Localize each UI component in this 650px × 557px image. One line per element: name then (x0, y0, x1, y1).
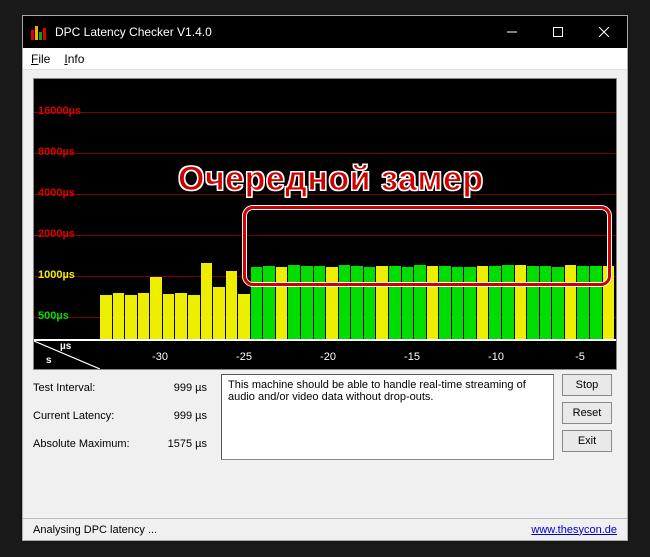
button-column: Stop Reset Exit (562, 374, 617, 460)
y-axis-label: 4000µs (38, 187, 75, 199)
gridline (34, 112, 616, 113)
absolute-max-label: Absolute Maximum: (33, 438, 130, 450)
annotation-highlight (243, 206, 611, 286)
gridline (34, 153, 616, 154)
latency-bar (125, 295, 137, 339)
y-unit-label: µs (60, 341, 71, 352)
latency-bar (226, 271, 238, 339)
maximize-button[interactable] (535, 16, 581, 48)
x-axis-tick: -5 (575, 351, 585, 363)
y-axis-label: 500µs (38, 310, 69, 322)
app-window: DPC Latency Checker V1.4.0 File Info 160… (22, 15, 628, 541)
status-link[interactable]: www.thesycon.de (531, 524, 617, 536)
axis-corner: µs s (34, 341, 100, 369)
x-axis-tick: -30 (152, 351, 168, 363)
latency-bar (138, 293, 150, 339)
stats-block: Test Interval: 999 µs Current Latency: 9… (33, 374, 213, 460)
x-axis-tick: -15 (404, 351, 420, 363)
app-icon (31, 24, 47, 40)
close-button[interactable] (581, 16, 627, 48)
annotation-label: Очередной замер (178, 160, 484, 199)
status-text: Analysing DPC latency ... (33, 524, 157, 536)
latency-bar (188, 295, 200, 339)
y-axis-label: 8000µs (38, 146, 75, 158)
current-latency-label: Current Latency: (33, 410, 114, 422)
x-axis: µs s -30 -25 -20 -15 -10 -5 (34, 341, 616, 369)
statusbar: Analysing DPC latency ... www.thesycon.d… (23, 518, 627, 540)
x-axis-tick: -25 (236, 351, 252, 363)
latency-bar (113, 293, 125, 339)
absolute-max-value: 1575 µs (168, 438, 207, 450)
stop-button[interactable]: Stop (562, 374, 612, 396)
latency-bar (175, 293, 187, 339)
window-title: DPC Latency Checker V1.4.0 (55, 25, 489, 39)
minimize-button[interactable] (489, 16, 535, 48)
latency-bar (163, 294, 175, 339)
x-axis-tick: -20 (320, 351, 336, 363)
window-controls (489, 16, 627, 48)
menu-info[interactable]: Info (64, 52, 84, 66)
current-latency-value: 999 µs (174, 410, 207, 422)
latency-bar (201, 263, 213, 339)
menubar: File Info (23, 48, 627, 70)
reset-button[interactable]: Reset (562, 402, 612, 424)
y-axis-label: 16000µs (38, 105, 81, 117)
latency-bar (238, 294, 250, 339)
y-axis-label: 2000µs (38, 228, 75, 240)
test-interval-value: 999 µs (174, 382, 207, 394)
latency-bar (150, 277, 162, 339)
test-interval-label: Test Interval: (33, 382, 95, 394)
latency-bar (213, 287, 225, 339)
menu-file[interactable]: File (31, 52, 50, 66)
x-unit-label: s (46, 355, 52, 366)
y-axis-label: 1000µs (38, 269, 75, 281)
message-box: This machine should be able to handle re… (221, 374, 554, 460)
latency-bar (100, 295, 112, 339)
exit-button[interactable]: Exit (562, 430, 612, 452)
titlebar[interactable]: DPC Latency Checker V1.4.0 (23, 16, 627, 48)
info-panel: Test Interval: 999 µs Current Latency: 9… (33, 374, 617, 460)
x-axis-tick: -10 (488, 351, 504, 363)
